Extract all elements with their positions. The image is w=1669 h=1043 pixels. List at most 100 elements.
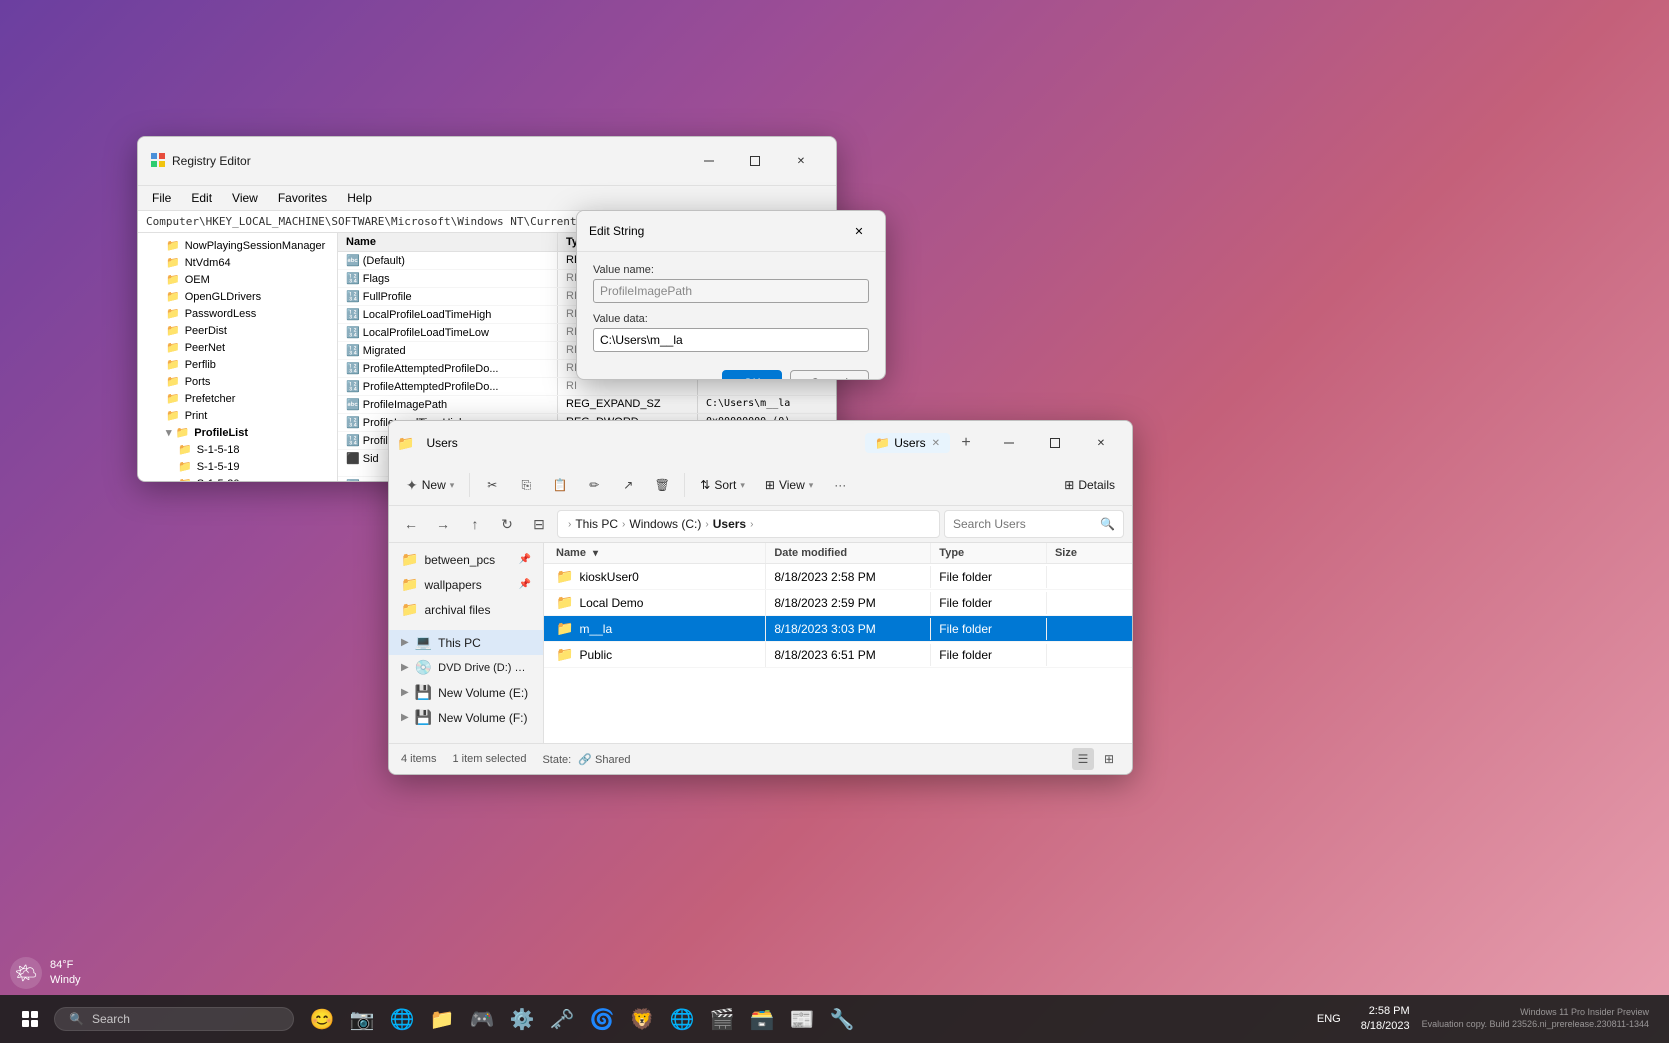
toolbar-view-btn[interactable]: ⊞ View ▾ — [756, 473, 822, 497]
tree-item-print[interactable]: 📁Print — [138, 407, 337, 424]
sidebar-archival-files[interactable]: 📁 archival files — [389, 597, 543, 622]
registry-tree[interactable]: 📁NowPlayingSessionManager 📁NtVdm64 📁OEM … — [138, 233, 338, 481]
registry-menu-file[interactable]: File — [142, 188, 181, 208]
explorer-maximize-btn[interactable] — [1032, 427, 1078, 459]
registry-menu-help[interactable]: Help — [337, 188, 382, 208]
taskbar-icon-explorer[interactable]: 📁 — [424, 1001, 460, 1037]
toolbar-copy-btn[interactable]: ⎘ — [510, 469, 542, 501]
expand-icon: ▶ — [401, 637, 409, 648]
taskbar-icon-app7[interactable]: 🗝️ — [544, 1001, 580, 1037]
taskbar-system-tray: ENG 2:58 PM 8/18/2023 Windows 11 Pro Ins… — [1309, 1000, 1657, 1039]
taskbar-icon-app5[interactable]: 🎮 — [464, 1001, 500, 1037]
taskbar-icon-app13[interactable]: 📰 — [784, 1001, 820, 1037]
tree-item-s118[interactable]: 📁S-1-5-18 — [138, 441, 337, 458]
edit-string-titlebar: Edit String ✕ — [577, 211, 885, 252]
registry-maximize-btn[interactable] — [732, 145, 778, 177]
folder-icon: 📁 — [401, 576, 418, 593]
nav-up-btn[interactable]: ↑ — [461, 510, 489, 538]
taskbar-icon-app12[interactable]: 🗃️ — [744, 1001, 780, 1037]
tree-item-ports[interactable]: 📁Ports — [138, 373, 337, 390]
sidebar-this-pc[interactable]: ▶ 💻 This PC — [389, 630, 543, 655]
registry-menu-edit[interactable]: Edit — [181, 188, 222, 208]
taskbar-icon-app1[interactable]: 😊 — [304, 1001, 340, 1037]
start-button[interactable] — [12, 1001, 48, 1037]
registry-close-btn[interactable]: ✕ — [778, 145, 824, 177]
toolbar-paste-btn[interactable]: 📋 — [544, 469, 576, 501]
details-view-btn[interactable]: ☰ — [1072, 748, 1094, 770]
tree-item-nowplaying[interactable]: 📁NowPlayingSessionManager — [138, 237, 337, 254]
explorer-sidebar: 📁 between_pcs 📌 📁 wallpapers 📌 📁 archiva… — [389, 543, 544, 743]
file-row-local-demo[interactable]: 📁 Local Demo 8/18/2023 2:59 PM File fold… — [544, 590, 1132, 616]
tree-item-perflib[interactable]: 📁Perflib — [138, 356, 337, 373]
tree-item-opengldrivers[interactable]: 📁OpenGLDrivers — [138, 288, 337, 305]
taskbar-icon-app10[interactable]: 🌐 — [664, 1001, 700, 1037]
taskbar-icon-app8[interactable]: 🌀 — [584, 1001, 620, 1037]
tree-item-profilelist[interactable]: ▾📁ProfileList — [138, 424, 337, 441]
edit-string-close-btn[interactable]: ✕ — [845, 217, 873, 245]
tree-item-passwordless[interactable]: 📁PasswordLess — [138, 305, 337, 322]
tab-users-label[interactable]: Users — [894, 436, 925, 450]
sidebar-new-volume-f[interactable]: ▶ 💾 New Volume (F:) — [389, 705, 543, 730]
taskbar-icon-app2[interactable]: 📷 — [344, 1001, 380, 1037]
col-name[interactable]: Name ▾ — [544, 543, 766, 563]
file-row-kioskuser0[interactable]: 📁 kioskUser0 8/18/2023 2:58 PM File fold… — [544, 564, 1132, 590]
sidebar-new-volume-e[interactable]: ▶ 💾 New Volume (E:) — [389, 680, 543, 705]
explorer-close-btn[interactable]: ✕ — [1078, 427, 1124, 459]
taskbar-icon-app3[interactable]: 🌐 — [384, 1001, 420, 1037]
tree-item-peerdist[interactable]: 📁PeerDist — [138, 322, 337, 339]
toolbar-delete-btn[interactable]: 🗑 — [646, 469, 678, 501]
sidebar-wallpapers[interactable]: 📁 wallpapers 📌 — [389, 572, 543, 597]
pin-icon: 📌 — [519, 554, 531, 565]
toolbar-share-btn[interactable]: ↗ — [612, 469, 644, 501]
nav-location-btn[interactable]: ⊟ — [525, 510, 553, 538]
reg-value-profileimagepath[interactable]: 🔤 ProfileImagePath REG_EXPAND_SZ C:\User… — [338, 396, 836, 414]
large-icon-view-btn[interactable]: ⊞ — [1098, 748, 1120, 770]
toolbar-rename-btn[interactable]: ✏ — [578, 469, 610, 501]
taskbar-icon-app14[interactable]: 🔧 — [824, 1001, 860, 1037]
crumb-windows-c[interactable]: Windows (C:) — [629, 517, 701, 531]
edit-string-ok-btn[interactable]: OK — [722, 370, 781, 380]
tree-item-oem[interactable]: 📁OEM — [138, 271, 337, 288]
file-row-public[interactable]: 📁 Public 8/18/2023 6:51 PM File folder — [544, 642, 1132, 668]
new-tab-btn[interactable]: + — [954, 431, 978, 455]
nav-forward-btn[interactable]: → — [429, 510, 457, 538]
explorer-minimize-btn[interactable] — [986, 427, 1032, 459]
system-tray-icons[interactable]: ENG — [1309, 1009, 1349, 1029]
taskbar-icon-app6[interactable]: ⚙️ — [504, 1001, 540, 1037]
address-bar[interactable]: › This PC › Windows (C:) › Users › — [557, 510, 940, 538]
reg-value-profile-attempted2[interactable]: 🔢 ProfileAttemptedProfileDo... RI — [338, 378, 836, 396]
toolbar-details-btn[interactable]: ⊞ Details — [1055, 473, 1124, 497]
taskbar-search[interactable]: 🔍 Search — [54, 1007, 294, 1031]
registry-minimize-btn[interactable] — [686, 145, 732, 177]
search-icon: 🔍 — [1100, 517, 1115, 531]
col-type: Type — [931, 543, 1047, 563]
nav-back-btn[interactable]: ← — [397, 510, 425, 538]
crumb-users[interactable]: Users — [713, 517, 746, 531]
registry-editor-title: Registry Editor — [172, 154, 686, 168]
sidebar-between-pcs[interactable]: 📁 between_pcs 📌 — [389, 547, 543, 572]
crumb-this-pc[interactable]: This PC — [575, 517, 618, 531]
registry-menu-bar: File Edit View Favorites Help — [138, 186, 836, 211]
tree-item-peernet[interactable]: 📁PeerNet — [138, 339, 337, 356]
tree-item-s120[interactable]: 📁S-1-5-20 — [138, 475, 337, 481]
search-input[interactable] — [953, 517, 1096, 531]
value-data-input[interactable] — [593, 328, 869, 352]
toolbar-cut-btn[interactable]: ✂ — [476, 469, 508, 501]
tree-item-s119[interactable]: 📁S-1-5-19 — [138, 458, 337, 475]
edit-string-cancel-btn[interactable]: Cancel — [790, 370, 869, 380]
value-name-input[interactable] — [593, 279, 869, 303]
taskbar-icon-app11[interactable]: 🎬 — [704, 1001, 740, 1037]
nav-refresh-btn[interactable]: ↻ — [493, 510, 521, 538]
tree-item-prefetcher[interactable]: 📁Prefetcher — [138, 390, 337, 407]
file-row-m-la[interactable]: 📁 m__la 8/18/2023 3:03 PM File folder — [544, 616, 1132, 642]
toolbar-new-btn[interactable]: ✦ New ▾ — [397, 472, 463, 499]
taskbar-icon-app9[interactable]: 🦁 — [624, 1001, 660, 1037]
tree-item-ntvdm64[interactable]: 📁NtVdm64 — [138, 254, 337, 271]
registry-menu-favorites[interactable]: Favorites — [268, 188, 337, 208]
sidebar-dvd-drive[interactable]: ▶ 💿 DVD Drive (D:) CCCOMA — [389, 655, 543, 680]
folder-icon: 📁 — [401, 551, 418, 568]
registry-menu-view[interactable]: View — [222, 188, 268, 208]
toolbar-more-btn[interactable]: ··· — [824, 469, 856, 501]
toolbar-sort-btn[interactable]: ⇅ Sort ▾ — [691, 473, 754, 497]
taskbar-clock[interactable]: 2:58 PM 8/18/2023 — [1353, 1000, 1418, 1039]
